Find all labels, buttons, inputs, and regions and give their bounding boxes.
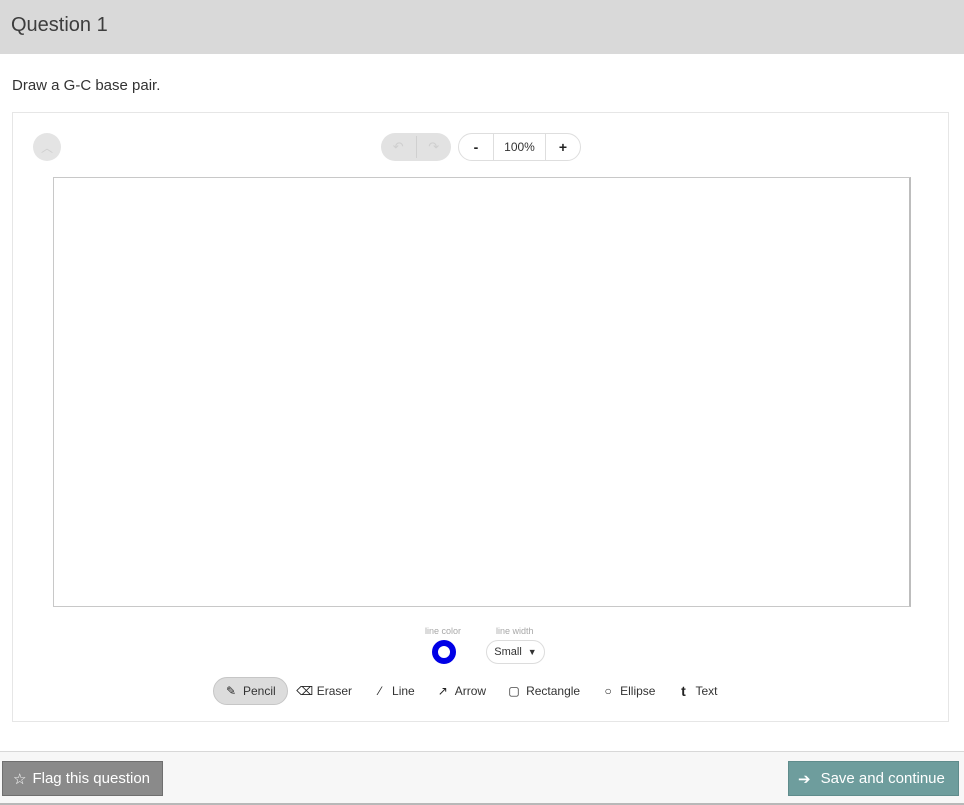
drawing-canvas[interactable] (53, 177, 911, 607)
tool-ellipse[interactable]: ○ Ellipse (591, 677, 666, 705)
ellipse-icon: ○ (604, 684, 612, 698)
tool-eraser[interactable]: ⌫ Eraser (288, 677, 363, 705)
question-prompt: Draw a G-C base pair. (12, 77, 161, 94)
tool-label: Ellipse (620, 684, 656, 698)
zoom-level: 100% (493, 134, 546, 160)
redo-button[interactable]: ↷ (417, 133, 452, 161)
drawing-panel: ︿ ↶ ↷ - 100% + line color line width Sma… (12, 112, 949, 722)
line-color-picker[interactable] (432, 640, 456, 664)
undo-icon: ↶ (392, 139, 404, 154)
pencil-icon: ✎ (225, 684, 237, 698)
line-icon: ⁄ (379, 684, 382, 698)
eraser-icon: ⌫ (296, 684, 314, 698)
zoom-out-button[interactable]: - (459, 134, 493, 160)
tool-label: Text (695, 684, 718, 698)
question-title: Question 1 (11, 14, 108, 36)
line-color-label: line color (425, 626, 462, 636)
line-width-label: line width (496, 626, 534, 636)
drawing-tools: ✎ Pencil ⌫ Eraser ⁄ Line ↗ Arrow ▢ Recta… (213, 677, 728, 705)
save-label: Save and continue (820, 770, 945, 787)
line-width-select[interactable]: Small ▼ (486, 640, 545, 664)
tool-label: Rectangle (526, 684, 581, 698)
redo-icon: ↷ (428, 139, 440, 154)
tool-line[interactable]: ⁄ Line (363, 677, 426, 705)
line-width-value: Small (494, 646, 522, 658)
tool-label: Arrow (454, 684, 487, 698)
arrow-right-icon: ➔ (798, 770, 811, 788)
caret-down-icon: ▼ (527, 647, 537, 657)
chevron-icon: ︿ (40, 140, 53, 155)
question-header: Question 1 (0, 0, 964, 54)
undo-button[interactable]: ↶ (381, 133, 416, 161)
flag-question-button[interactable]: ☆ Flag this question (2, 761, 163, 796)
tool-text[interactable]: t Text (666, 677, 728, 705)
tool-label: Pencil (243, 684, 276, 698)
footer-bar: ☆ Flag this question ➔ Save and continue (0, 751, 964, 805)
tool-rectangle[interactable]: ▢ Rectangle (497, 677, 591, 705)
settings-circle-button[interactable]: ︿ (33, 133, 61, 161)
star-icon: ☆ (13, 770, 27, 788)
zoom-in-button[interactable]: + (546, 134, 580, 160)
tool-label: Eraser (316, 684, 353, 698)
save-and-continue-button[interactable]: ➔ Save and continue (788, 761, 959, 796)
flag-label: Flag this question (32, 770, 151, 787)
tool-arrow[interactable]: ↗ Arrow (426, 677, 497, 705)
text-icon: t (681, 683, 686, 699)
rectangle-icon: ▢ (508, 684, 520, 698)
tool-pencil[interactable]: ✎ Pencil (213, 677, 288, 705)
arrow-icon: ↗ (437, 684, 448, 698)
undo-redo-group: ↶ ↷ (381, 133, 451, 161)
tool-label: Line (392, 684, 415, 698)
zoom-control: - 100% + (458, 133, 581, 161)
